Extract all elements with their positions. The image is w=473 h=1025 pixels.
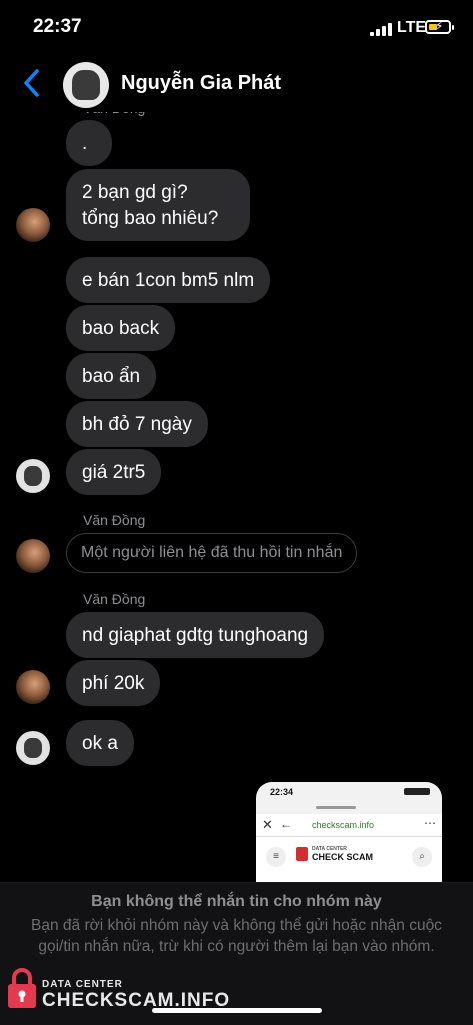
status-time: 22:37 — [33, 16, 82, 37]
recalled-message: Một người liên hệ đã thu hồi tin nhắn — [66, 533, 358, 573]
chat-header: Nguyễn Gia Phát — [0, 56, 473, 112]
message-bubble[interactable]: bao ẩn — [66, 353, 157, 399]
network-label: LTE — [397, 19, 427, 36]
more-icon: ⋯ — [424, 816, 436, 830]
search-icon: ⌕ — [412, 847, 432, 867]
shared-image[interactable]: 22:34 ✕ ← checkscam.info ⋯ ≡ DATA CENTER… — [256, 782, 442, 882]
lock-logo-icon — [296, 847, 308, 861]
site-brand: CHECK SCAM — [312, 852, 374, 862]
sender-name: Văn Đồng — [83, 512, 146, 528]
sender-avatar[interactable] — [16, 539, 50, 573]
lock-watermark-icon — [8, 968, 36, 1008]
message-line: tổng bao nhiêu? — [82, 208, 219, 229]
browser-url: checkscam.info — [312, 820, 375, 830]
close-icon: ✕ — [262, 817, 273, 832]
watermark-small: DATA CENTER — [42, 979, 123, 990]
battery-cap — [452, 25, 454, 30]
status-icons — [404, 788, 430, 795]
sender-avatar[interactable] — [16, 731, 50, 765]
sender-avatar[interactable] — [16, 459, 50, 493]
contact-avatar[interactable] — [63, 62, 109, 108]
message-line: 2 bạn gd gì? — [82, 182, 188, 203]
message-bubble[interactable]: bh đỏ 7 ngày — [66, 401, 208, 447]
message-bubble[interactable]: phí 20k — [66, 660, 161, 706]
watermark-brand: CHECKSCAM.INFO — [42, 990, 231, 1011]
sender-avatar[interactable] — [16, 670, 50, 704]
notice-title: Bạn không thể nhắn tin cho nhóm này — [91, 893, 382, 910]
message-bubble[interactable]: . — [66, 120, 112, 166]
message-bubble[interactable]: 2 bạn gd gì? tổng bao nhiêu? — [66, 169, 250, 241]
message-bubble[interactable]: giá 2tr5 — [66, 449, 162, 495]
menu-icon: ≡ — [266, 847, 286, 867]
signal-icon — [370, 23, 392, 36]
contact-name[interactable]: Nguyễn Gia Phát — [121, 72, 281, 95]
message-bubble[interactable]: ok a — [66, 720, 134, 766]
sender-name: Văn Đồng — [83, 591, 146, 607]
back-arrow-icon: ← — [280, 817, 292, 831]
notice-body: Bạn đã rời khỏi nhóm này và không thể gử… — [31, 917, 442, 955]
message-bubble[interactable]: e bán 1con bm5 nlm — [66, 257, 271, 303]
sender-avatar[interactable] — [16, 208, 50, 242]
back-chevron-icon[interactable] — [20, 68, 44, 98]
status-bar: 22:37 LTE ⚡ — [0, 0, 473, 52]
site-header: ≡ DATA CENTER CHECK SCAM ⌕ — [256, 837, 442, 882]
message-bubble[interactable]: bao back — [66, 305, 176, 351]
tab-indicator — [316, 806, 356, 809]
battery-icon: ⚡ — [425, 19, 451, 34]
browser-urlbar: ✕ ← checkscam.info ⋯ — [256, 814, 442, 837]
message-bubble[interactable]: nd giaphat gdtg tunghoang — [66, 612, 325, 658]
shared-image-time: 22:34 — [270, 787, 294, 797]
